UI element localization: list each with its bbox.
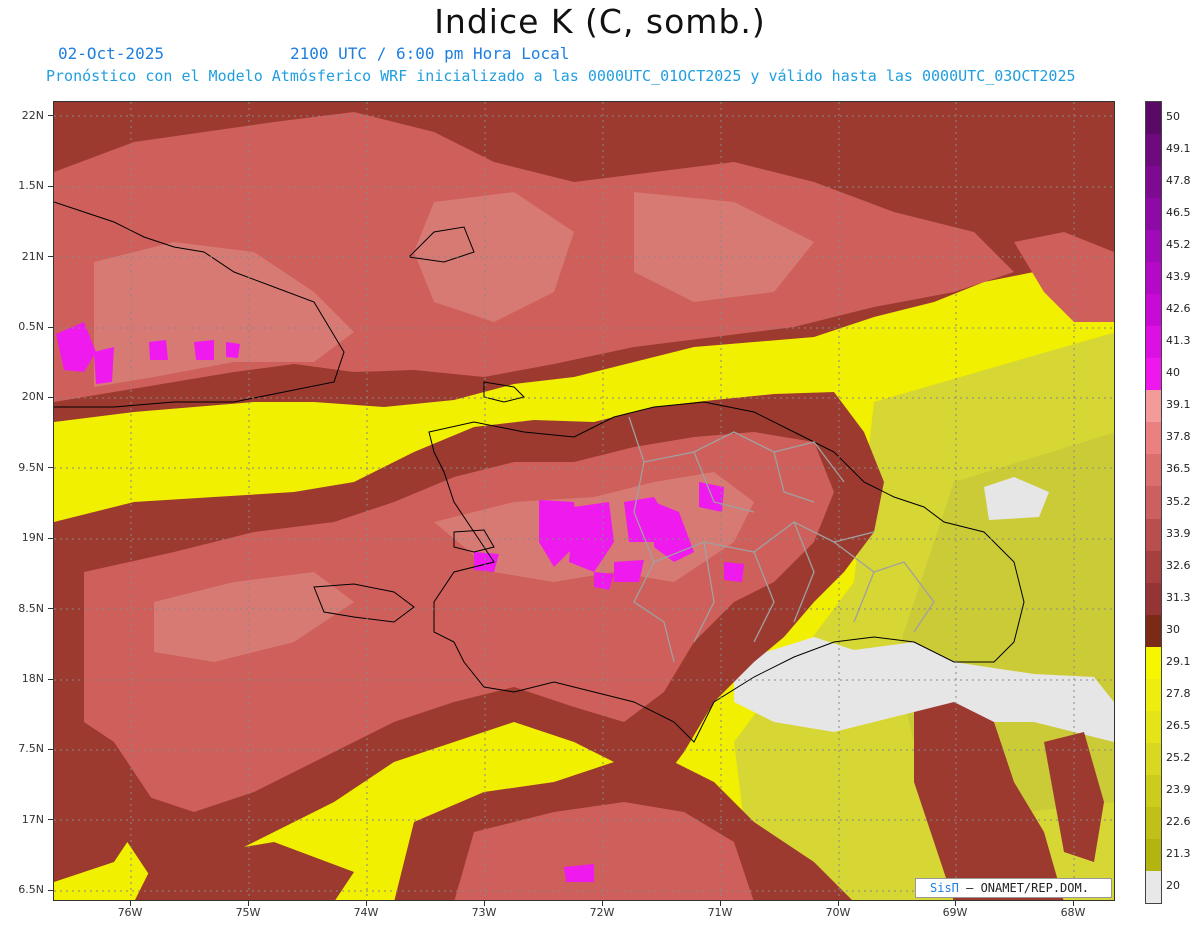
lat-label: 8.5N — [18, 602, 44, 615]
colorbar-segment — [1146, 486, 1161, 519]
lat-label: 1.5N — [18, 179, 44, 192]
colorbar-label: 23.9 — [1166, 782, 1191, 796]
colorbar-label: 36.5 — [1166, 462, 1191, 476]
colorbar-label: 32.6 — [1166, 558, 1191, 572]
colorbar-segment — [1146, 870, 1161, 904]
colorbar-label: 37.8 — [1166, 430, 1191, 444]
lat-label: 7.5N — [18, 742, 44, 755]
colorbar-segment — [1146, 166, 1161, 199]
colorbar — [1145, 101, 1162, 904]
colorbar-segment — [1146, 294, 1161, 327]
lon-label: 76W — [117, 906, 143, 919]
colorbar-segment — [1146, 550, 1161, 584]
colorbar-segment — [1146, 262, 1161, 295]
lat-label: 6.5N — [18, 883, 44, 896]
colorbar-segment — [1146, 710, 1161, 744]
colorbar-label: 35.2 — [1166, 494, 1191, 508]
colorbar-label: 26.5 — [1166, 718, 1191, 732]
colorbar-label: 45.2 — [1166, 238, 1191, 252]
colorbar-segment — [1146, 390, 1161, 423]
lon-label: 74W — [353, 906, 379, 919]
colorbar-segment — [1146, 678, 1161, 712]
colorbar-segment — [1146, 454, 1161, 487]
forecast-subtitle: Pronóstico con el Modelo Atmósferico WRF… — [46, 67, 1076, 85]
colorbar-segment — [1146, 614, 1161, 648]
colorbar-segment — [1146, 774, 1161, 808]
colorbar-label: 40 — [1166, 366, 1180, 380]
colorbar-segment — [1146, 230, 1161, 263]
lon-label: 75W — [235, 906, 261, 919]
colorbar-label: 41.3 — [1166, 334, 1191, 348]
colorbar-label: 49.1 — [1166, 142, 1191, 156]
forecast-time: 2100 UTC / 6:00 pm Hora Local — [290, 44, 570, 63]
colorbar-label: 27.8 — [1166, 686, 1191, 700]
sispi-logo: SisΠ — [930, 881, 959, 895]
colorbar-label: 43.9 — [1166, 270, 1191, 284]
colorbar-segment — [1146, 806, 1161, 840]
colorbar-segment — [1146, 198, 1161, 231]
lat-label: 22N — [21, 109, 44, 122]
colorbar-label: 25.2 — [1166, 750, 1191, 764]
lon-label: 73W — [471, 906, 497, 919]
colorbar-segment — [1146, 102, 1161, 135]
lon-label: 68W — [1060, 906, 1086, 919]
colorbar-label: 29.1 — [1166, 654, 1191, 668]
colorbar-label: 22.6 — [1166, 814, 1191, 828]
colorbar-label: 46.5 — [1166, 206, 1191, 220]
colorbar-label: 50 — [1166, 110, 1180, 124]
lat-label: 21N — [21, 250, 44, 263]
lon-label: 71W — [707, 906, 733, 919]
lat-label: 17N — [21, 813, 44, 826]
forecast-date: 02-Oct-2025 — [58, 44, 164, 63]
credit-text: – ONAMET/REP.DOM. — [958, 881, 1089, 895]
colorbar-segment — [1146, 326, 1161, 359]
colorbar-segment — [1146, 742, 1161, 776]
colorbar-label: 39.1 — [1166, 398, 1191, 412]
colorbar-label: 31.3 — [1166, 590, 1191, 604]
colorbar-label: 30 — [1166, 622, 1180, 636]
lon-label: 70W — [825, 906, 851, 919]
colorbar-segment — [1146, 358, 1161, 391]
lat-label: 9.5N — [18, 461, 44, 474]
colorbar-segment — [1146, 422, 1161, 455]
lat-label: 18N — [21, 672, 44, 685]
colorbar-segment — [1146, 646, 1161, 680]
credit-box: SisΠ – ONAMET/REP.DOM. — [915, 878, 1112, 898]
colorbar-label: 33.9 — [1166, 526, 1191, 540]
lon-label: 69W — [942, 906, 968, 919]
lat-label: 19N — [21, 531, 44, 544]
colorbar-segment — [1146, 134, 1161, 167]
colorbar-label: 42.6 — [1166, 302, 1191, 316]
colorbar-label: 21.3 — [1166, 846, 1191, 860]
colorbar-segment — [1146, 838, 1161, 872]
colorbar-label: 47.8 — [1166, 174, 1191, 188]
k-index-field — [54, 102, 1114, 900]
map-panel — [53, 101, 1115, 901]
lat-label: 0.5N — [18, 320, 44, 333]
lon-label: 72W — [589, 906, 615, 919]
colorbar-label: 20 — [1166, 878, 1180, 892]
colorbar-segment — [1146, 518, 1161, 552]
map-title: Indice K (C, somb.) — [434, 2, 766, 41]
lat-label: 20N — [21, 390, 44, 403]
colorbar-segment — [1146, 582, 1161, 616]
